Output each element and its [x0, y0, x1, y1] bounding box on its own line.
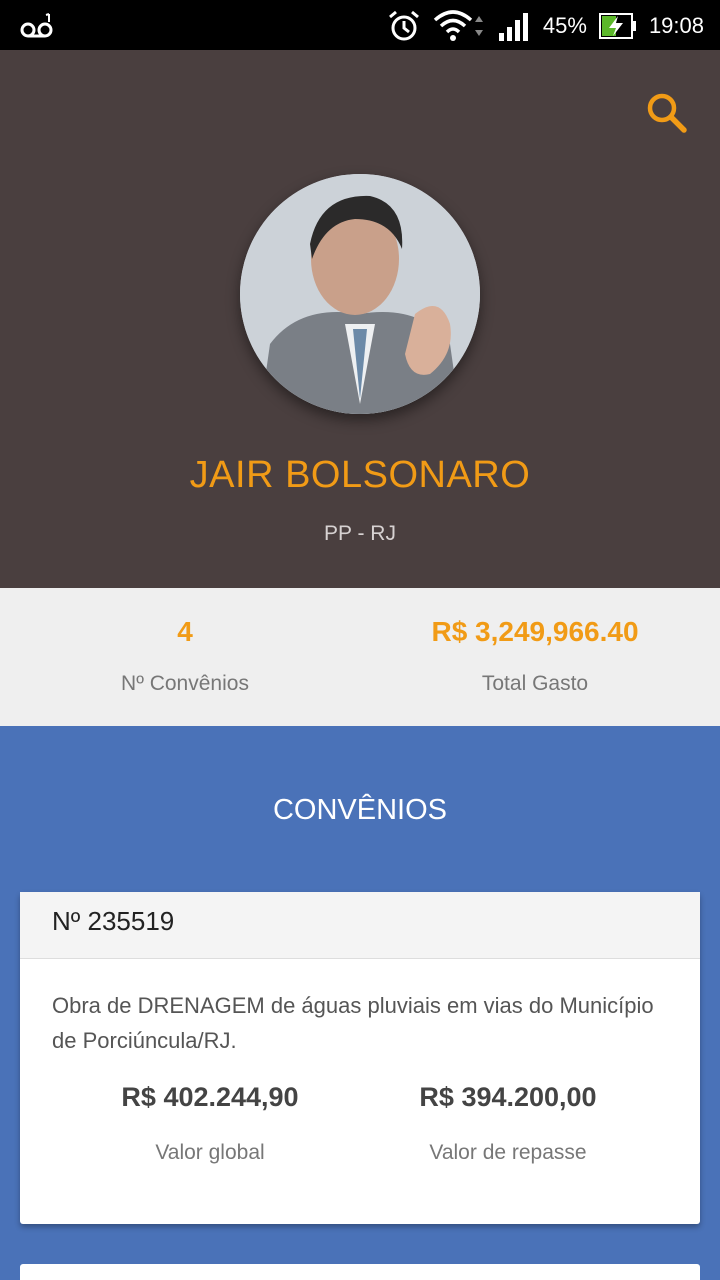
convenio-card[interactable]: Nº 235519 Obra de DRENAGEM de águas pluv… — [20, 892, 700, 1224]
global-value: R$ 402.244,90 — [121, 1082, 299, 1112]
alarm-icon — [387, 9, 421, 43]
total-spent-stat: R$ 3,249,966.40 Total Gasto — [355, 616, 715, 696]
avatar — [240, 174, 480, 414]
battery-percent: 45% — [542, 13, 587, 38]
repasse-value-block: R$ 394.200,00 Valor de repasse — [338, 1082, 678, 1165]
search-button[interactable] — [644, 90, 690, 136]
convenio-number: Nº 235519 — [20, 892, 700, 959]
politician-name: JAIR BOLSONARO — [189, 454, 531, 496]
wifi-icon — [433, 10, 485, 42]
total-spent-value: R$ 3,249,966.40 — [431, 616, 639, 647]
signal-icon — [497, 11, 531, 41]
profile-header: JAIR BOLSONARO PP - RJ — [0, 50, 720, 588]
total-spent-label: Total Gasto — [481, 672, 589, 695]
status-bar: 45% 19:08 — [0, 0, 720, 50]
convenio-description: Obra de DRENAGEM de águas pluviais em vi… — [52, 993, 654, 1053]
global-value-block: R$ 402.244,90 Valor global — [40, 1082, 380, 1165]
repasse-value-label: Valor de repasse — [429, 1141, 587, 1164]
global-value-label: Valor global — [155, 1141, 265, 1164]
stats-panel: 4 Nº Convênios R$ 3,249,966.40 Total Gas… — [0, 588, 720, 726]
party-state: PP - RJ — [324, 522, 396, 545]
convenios-count-stat: 4 Nº Convênios — [5, 616, 365, 696]
search-icon — [647, 93, 687, 133]
convenio-card-next[interactable] — [20, 1264, 700, 1280]
voicemail-icon — [20, 12, 54, 38]
section-title: CONVÊNIOS — [272, 794, 448, 826]
clock-time: 19:08 — [648, 13, 704, 38]
convenios-count-label: Nº Convênios — [121, 672, 249, 695]
battery-charging-icon — [598, 12, 637, 40]
repasse-value: R$ 394.200,00 — [419, 1082, 597, 1112]
convenios-count-value: 4 — [177, 616, 193, 647]
